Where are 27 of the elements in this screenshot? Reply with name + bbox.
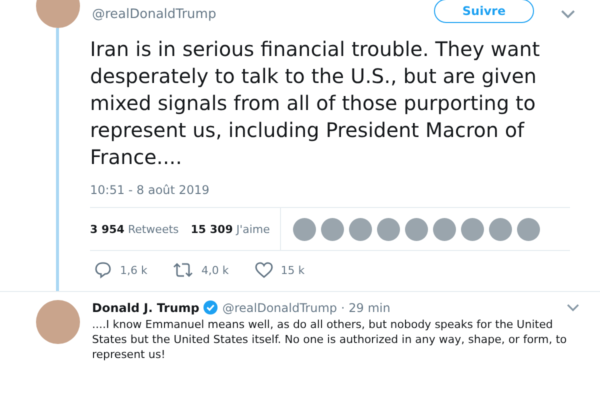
reply-icon[interactable] bbox=[94, 261, 112, 279]
user-name[interactable]: Donald J. Trump bbox=[92, 300, 200, 314]
avatar[interactable] bbox=[460, 218, 484, 240]
chevron-down-icon[interactable] bbox=[560, 9, 576, 19]
avatar[interactable] bbox=[432, 218, 456, 240]
post-time: · 29 min bbox=[341, 300, 390, 314]
action-count: 4,0 k bbox=[201, 264, 229, 276]
user-handle: @realDonaldTrump bbox=[222, 300, 338, 314]
action-count: 1,6 k bbox=[120, 264, 148, 276]
action-count: 15 k bbox=[280, 264, 305, 276]
avatar[interactable] bbox=[292, 218, 316, 240]
tweet-text: Iran is in serious financial trouble. They want desperately to talk to the U.S., but are given mixed signals from all of those purporting to represent us, including President Macron of France.... bbox=[90, 36, 541, 171]
avatar[interactable] bbox=[348, 218, 372, 240]
avatar[interactable] bbox=[488, 218, 512, 240]
heart-icon[interactable] bbox=[254, 261, 273, 279]
avatar[interactable] bbox=[376, 218, 400, 240]
stat-count[interactable]: 15 309 J'aime bbox=[190, 222, 270, 236]
timestamp: 10:51 - 8 août 2019 bbox=[90, 183, 210, 197]
reply-text: ....I know Emmanuel means well, as do all others, but nobody speaks for the United States but the United States itself. No one is authorized in any way, shape, or form, to represent us! bbox=[92, 317, 568, 362]
avatar[interactable] bbox=[320, 218, 344, 240]
avatar[interactable] bbox=[36, 300, 80, 344]
stat-count[interactable]: 3 954 Retweets bbox=[90, 222, 179, 236]
user-handle: @realDonaldTrump bbox=[92, 6, 218, 22]
chevron-down-icon[interactable] bbox=[566, 303, 580, 312]
retweet-icon[interactable] bbox=[173, 261, 194, 279]
avatar[interactable] bbox=[516, 218, 540, 240]
avatar[interactable] bbox=[404, 218, 428, 240]
